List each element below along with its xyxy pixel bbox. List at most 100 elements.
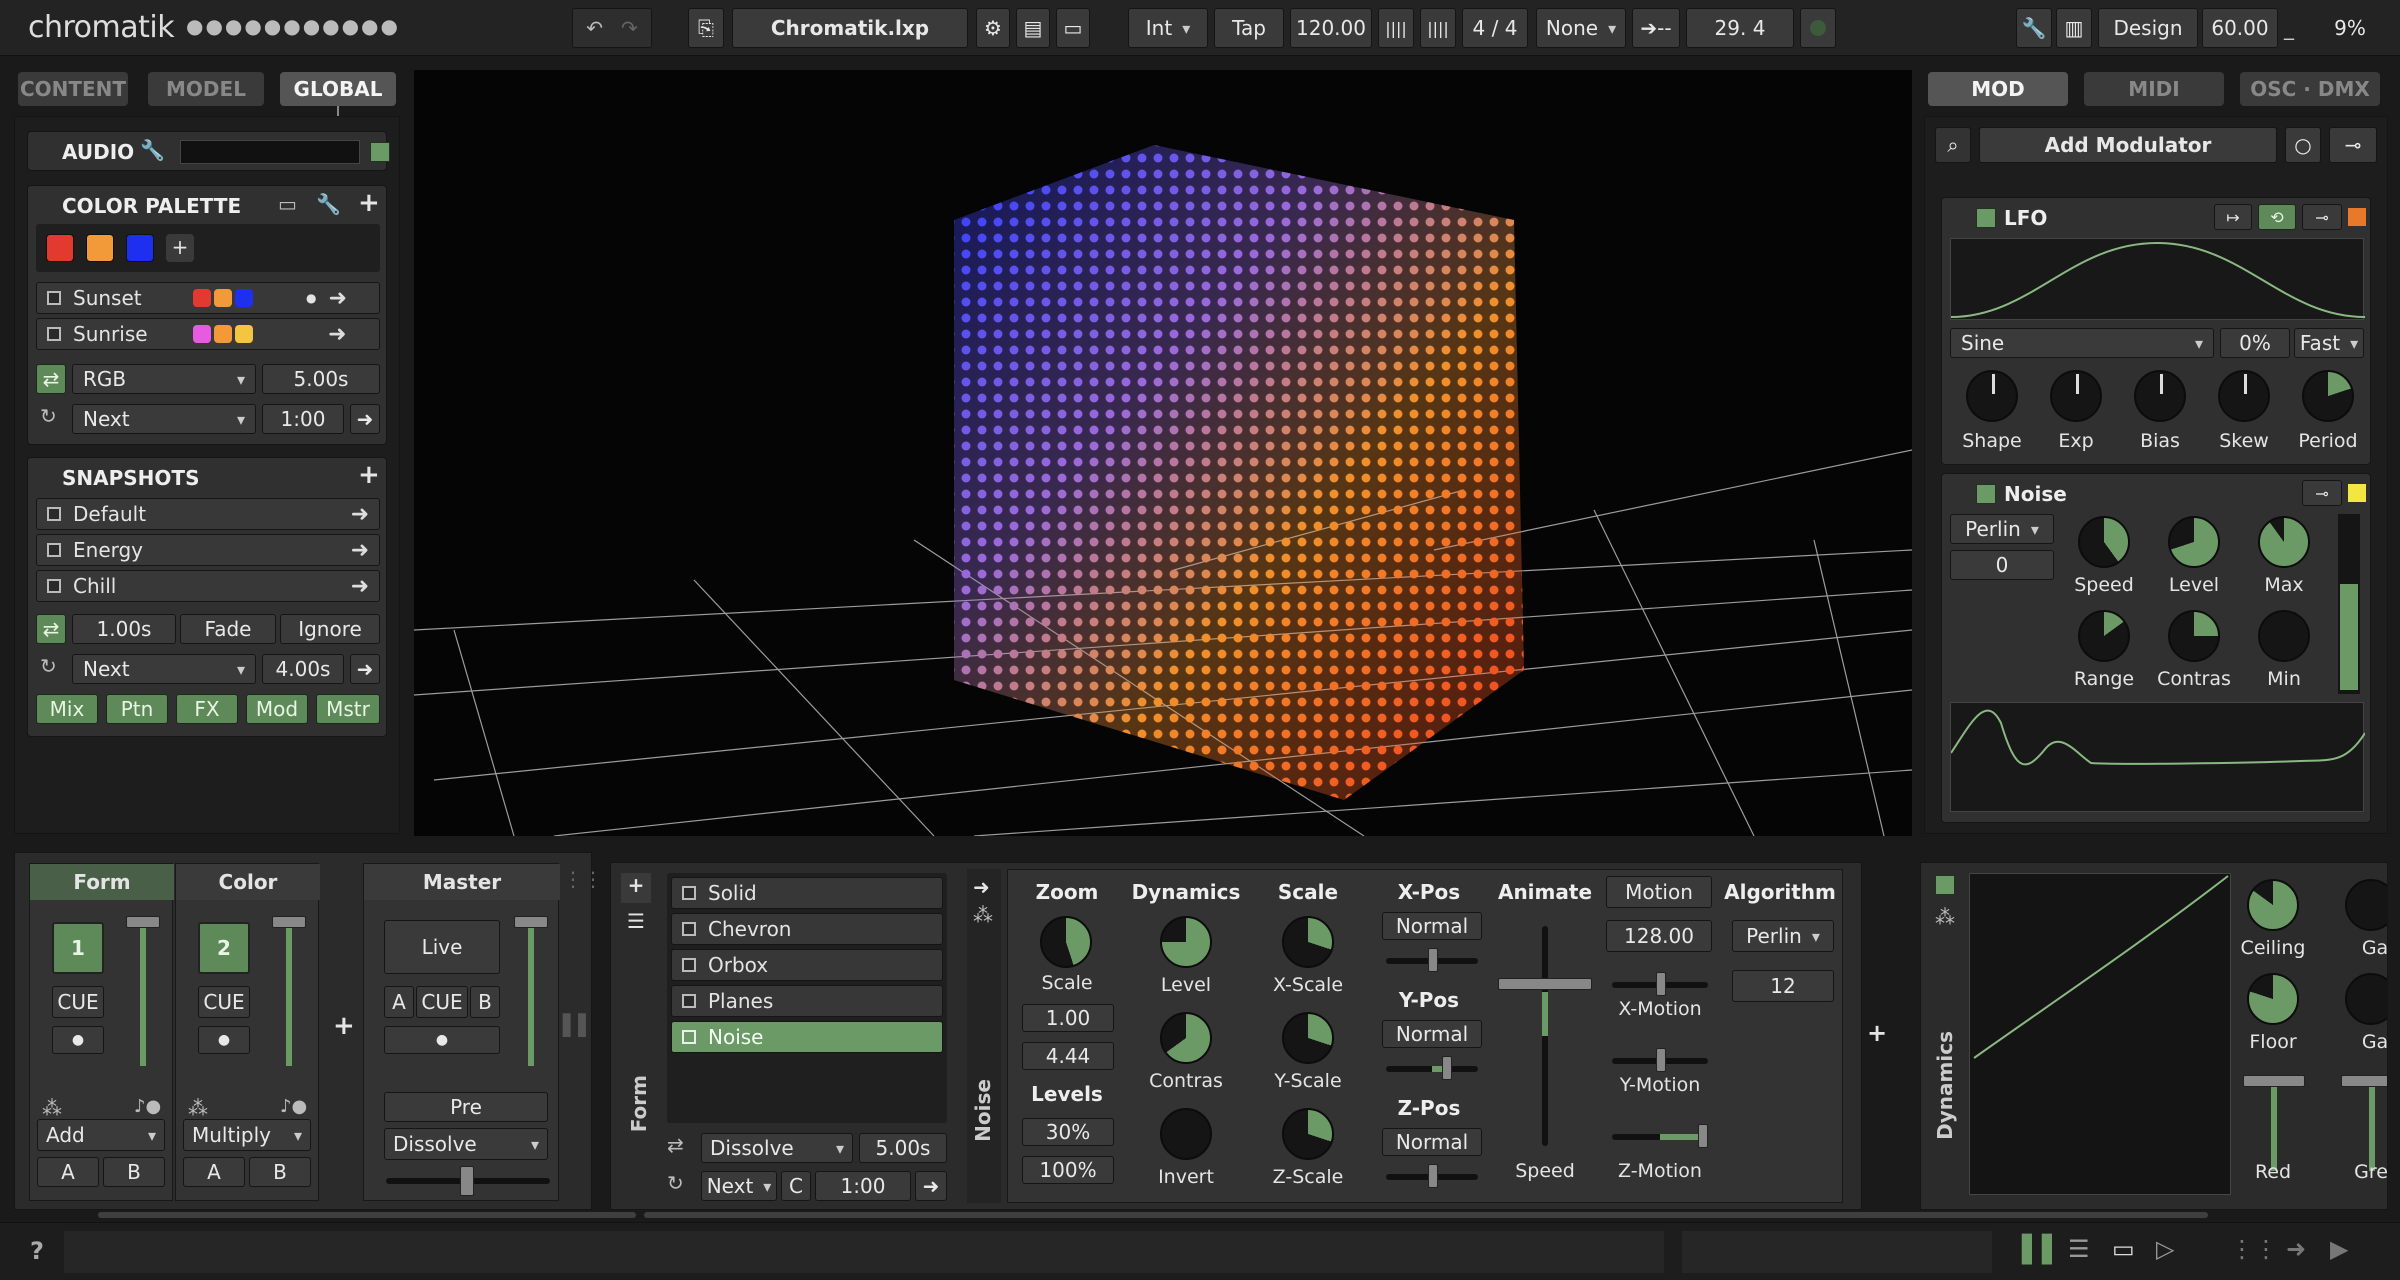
checkbox-icon[interactable]: [682, 886, 696, 900]
open-folder-icon[interactable]: ▭: [1056, 8, 1090, 48]
tab-midi[interactable]: MIDI: [2084, 72, 2224, 106]
shape-knob[interactable]: [1966, 370, 2018, 422]
pattern-transition-dropdown[interactable]: Dissolve: [701, 1133, 853, 1163]
tab-osc-dmx[interactable]: OSC · DMX: [2240, 72, 2380, 106]
grid-icon[interactable]: ⋮⋮: [2230, 1235, 2278, 1263]
tab-mod[interactable]: MOD: [1928, 72, 2068, 106]
floor-knob[interactable]: [2247, 973, 2299, 1025]
noise-enable-toggle[interactable]: [1976, 484, 1996, 504]
save-as-icon[interactable]: ⚙: [976, 8, 1010, 48]
add-pattern-icon[interactable]: +: [621, 873, 651, 903]
master-arm-icon[interactable]: ●: [384, 1026, 500, 1054]
noise-seed-field[interactable]: 0: [1950, 550, 2054, 580]
z-motion-slider[interactable]: [1612, 1124, 1708, 1148]
zoom-value-2[interactable]: 4.44: [1022, 1042, 1114, 1070]
recall-arrow-icon[interactable]: ➜: [328, 286, 346, 311]
folder-icon[interactable]: ▭: [278, 192, 297, 216]
palette-cycle-dropdown[interactable]: Next: [72, 404, 256, 434]
cycle-icon[interactable]: ↻: [40, 404, 57, 428]
lfo-color-tag[interactable]: [2348, 208, 2366, 226]
palette-item-sunset[interactable]: Sunset ● ➜: [36, 282, 380, 314]
snapshot-cycle-time[interactable]: 4.00s: [262, 654, 344, 684]
levels-value-2[interactable]: 100%: [1022, 1156, 1114, 1184]
pattern-item-solid[interactable]: Solid: [671, 877, 943, 909]
pattern-swap-icon[interactable]: ⇄: [667, 1133, 697, 1163]
search-icon[interactable]: ⌕: [1935, 127, 1971, 163]
crossfader[interactable]: [386, 1166, 550, 1196]
channel-color-midi-icon[interactable]: ♪●: [280, 1096, 307, 1117]
layout-columns-icon[interactable]: ▌▌: [2022, 1235, 2062, 1265]
time-signature-field[interactable]: 4 / 4: [1462, 8, 1528, 48]
snapshot-default[interactable]: Default ➜: [36, 498, 380, 530]
master-live-button[interactable]: Live: [384, 920, 500, 974]
palette-trigger-arrow-icon[interactable]: ➜: [350, 404, 380, 434]
snapshot-fade-button[interactable]: Fade: [180, 614, 276, 644]
checkbox-icon[interactable]: [682, 1030, 696, 1044]
lfo-map-icon[interactable]: ⊸: [2302, 204, 2342, 230]
swap-icon[interactable]: ⇄: [36, 364, 66, 394]
device-arrow-icon[interactable]: ➜: [973, 875, 990, 899]
pattern-item-orbox[interactable]: Orbox: [671, 949, 943, 981]
lfo-loop-icon[interactable]: ⟲: [2258, 204, 2296, 230]
noise-speed-knob[interactable]: [2078, 516, 2130, 568]
dynamics-invert-knob[interactable]: [1160, 1108, 1212, 1160]
swatch-2[interactable]: [86, 234, 114, 262]
scope-fx-button[interactable]: FX: [176, 694, 238, 724]
add-palette-icon[interactable]: +: [358, 188, 380, 218]
bpm-field[interactable]: 120.00: [1290, 8, 1372, 48]
y-pos-mode[interactable]: Normal: [1382, 1020, 1482, 1048]
channel-color-cue[interactable]: CUE: [198, 986, 250, 1018]
noise-level-knob[interactable]: [2168, 516, 2220, 568]
checkbox-icon[interactable]: [47, 507, 61, 521]
noise-contrast-knob[interactable]: [2168, 610, 2220, 662]
snapshot-transition-time[interactable]: 1.00s: [72, 614, 176, 644]
gain-knob-2[interactable]: [2345, 973, 2387, 1025]
channel-color-blend-dropdown[interactable]: Multiply: [183, 1119, 311, 1151]
palette-cycle-time[interactable]: 1:00: [262, 404, 344, 434]
layout-rows-icon[interactable]: ☰: [2068, 1235, 2090, 1263]
channel-color-arm-icon[interactable]: ●: [198, 1026, 250, 1054]
noise-range-knob[interactable]: [2078, 610, 2130, 662]
lfo-rate-dropdown[interactable]: Fast: [2294, 328, 2364, 358]
undo-icon[interactable]: ↶: [586, 16, 603, 40]
checkbox-icon[interactable]: [682, 922, 696, 936]
add-swatch-icon[interactable]: +: [166, 234, 194, 262]
tab-global[interactable]: GLOBAL: [280, 72, 396, 106]
z-scale-knob[interactable]: [1282, 1108, 1334, 1160]
channel-form-a[interactable]: A: [37, 1157, 99, 1187]
tab-model[interactable]: MODEL: [148, 72, 264, 106]
bias-knob[interactable]: [2134, 370, 2186, 422]
palette-item-sunrise[interactable]: Sunrise ➜: [36, 318, 380, 350]
tempo-nudge-down-icon[interactable]: ||||: [1378, 8, 1414, 48]
channel-color-a[interactable]: A: [183, 1157, 245, 1187]
view-mode-button[interactable]: Design: [2098, 8, 2198, 48]
gain-knob-1[interactable]: [2345, 879, 2387, 931]
blend-time-field[interactable]: 5.00s: [262, 364, 380, 394]
launch-quantize-button[interactable]: ➔--: [1632, 8, 1680, 48]
palette-wrench-icon[interactable]: 🔧: [316, 192, 341, 216]
help-icon[interactable]: ?: [30, 1237, 44, 1265]
lfo-trigger-icon[interactable]: ↦: [2214, 204, 2252, 230]
channel-form-header[interactable]: Form: [30, 864, 174, 900]
checkbox-icon[interactable]: [47, 579, 61, 593]
algorithm-dropdown[interactable]: Perlin: [1732, 920, 1834, 952]
animate-speed-fader[interactable]: [1498, 926, 1592, 1146]
mixer-grid-icon[interactable]: ⋮⋮: [563, 867, 603, 891]
master-transition-dropdown[interactable]: Dissolve: [384, 1128, 548, 1160]
master-b[interactable]: B: [470, 986, 500, 1018]
noise-min-knob[interactable]: [2258, 610, 2310, 662]
snapshot-ignore-button[interactable]: Ignore: [280, 614, 380, 644]
noise-map-icon[interactable]: ⊸: [2302, 480, 2342, 506]
lfo-phase-field[interactable]: 0%: [2220, 328, 2290, 358]
scope-mod-button[interactable]: Mod: [246, 694, 308, 724]
x-pos-mode[interactable]: Normal: [1382, 912, 1482, 940]
add-effect-icon[interactable]: +: [1867, 1019, 1887, 1047]
skew-knob[interactable]: [2218, 370, 2270, 422]
pattern-transition-time[interactable]: 5.00s: [859, 1133, 947, 1163]
pattern-item-noise[interactable]: Noise: [671, 1021, 943, 1053]
pattern-cycle-time[interactable]: 1:00: [815, 1171, 911, 1201]
fps-field[interactable]: 60.00: [2202, 8, 2278, 48]
scope-pattern-button[interactable]: Ptn: [106, 694, 168, 724]
pattern-list-icon[interactable]: ☰: [621, 909, 651, 939]
snapshot-cycle-icon[interactable]: ↻: [40, 654, 57, 678]
